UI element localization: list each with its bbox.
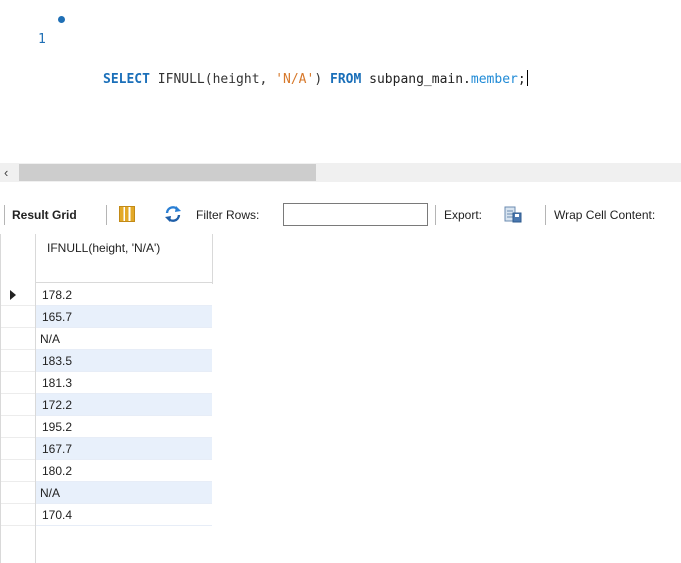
row-selector[interactable] (1, 284, 35, 306)
table-cell[interactable]: N/A (36, 328, 212, 350)
table-row[interactable]: 195.2 (0, 416, 681, 438)
row-selector[interactable] (1, 438, 35, 460)
table-row[interactable]: N/A (0, 328, 681, 350)
editor-horizontal-scrollbar[interactable]: ‹ (0, 163, 681, 182)
column-header-label: IFNULL(height, 'N/A') (47, 241, 161, 255)
export-label: Export: (444, 208, 483, 222)
result-grid-tab[interactable]: Result Grid (12, 207, 77, 223)
result-grid[interactable]: IFNULL(height, 'N/A') 178.2 165.7 N/A 183.5… (0, 234, 681, 563)
result-grid-icon[interactable] (119, 206, 135, 222)
string-literal: 'N/A' (275, 72, 315, 87)
toolbar-separator (435, 205, 436, 225)
row-selector[interactable] (1, 372, 35, 394)
table-name: member (470, 72, 518, 87)
table-row[interactable]: 167.7 (0, 438, 681, 460)
row-selector[interactable] (1, 328, 35, 350)
code-line-1[interactable]: 1 SELECT IFNULL(height, 'N/A') FROM subp… (0, 10, 681, 87)
row-selector[interactable] (1, 504, 35, 526)
sql-statement[interactable]: SELECT IFNULL(height, 'N/A') FROM subpan… (103, 70, 528, 90)
scroll-left-icon[interactable]: ‹ (4, 164, 8, 181)
table-row[interactable]: N/A (0, 482, 681, 504)
current-row-icon (10, 290, 16, 300)
table-row[interactable]: 172.2 (0, 394, 681, 416)
table-row[interactable]: 178.2 (0, 284, 681, 306)
export-icon[interactable] (504, 205, 522, 223)
function-call: IFNULL(height, (149, 72, 276, 87)
row-selector[interactable] (1, 460, 35, 482)
scrollbar-thumb[interactable] (19, 164, 316, 181)
column-divider[interactable] (212, 234, 213, 284)
table-cell[interactable]: 167.7 (36, 438, 212, 460)
row-selector[interactable] (1, 350, 35, 372)
column-header[interactable]: IFNULL(height, 'N/A') (36, 234, 212, 283)
toolbar-separator (545, 205, 546, 225)
row-selector[interactable] (1, 306, 35, 328)
table-row[interactable]: 183.5 (0, 350, 681, 372)
table-cell[interactable]: 180.2 (36, 460, 212, 482)
sql-editor[interactable]: 1 SELECT IFNULL(height, 'N/A') FROM subp… (0, 0, 681, 160)
table-cell[interactable]: 178.2 (36, 284, 212, 306)
table-cell[interactable]: 183.5 (36, 350, 212, 372)
refresh-icon[interactable] (163, 204, 183, 224)
keyword-select: SELECT (103, 72, 150, 87)
keyword-from: FROM (330, 72, 362, 87)
breakpoint-dot-icon (58, 16, 65, 23)
row-selector[interactable] (1, 416, 35, 438)
table-row[interactable]: 181.3 (0, 372, 681, 394)
row-selector[interactable] (1, 482, 35, 504)
wrap-cell-content-label[interactable]: Wrap Cell Content: (554, 207, 655, 223)
result-toolbar: Result Grid Filter Rows: Export: Wrap Ce… (0, 196, 681, 235)
filter-rows-input[interactable] (283, 203, 428, 226)
table-row[interactable]: 180.2 (0, 460, 681, 482)
table-cell[interactable]: 181.3 (36, 372, 212, 394)
toolbar-separator (106, 205, 107, 225)
line-number: 1 (38, 32, 46, 47)
table-cell[interactable]: 170.4 (36, 504, 212, 526)
schema-name: subpang_main. (361, 72, 471, 87)
table-cell[interactable]: 172.2 (36, 394, 212, 416)
table-row[interactable]: 170.4 (0, 504, 681, 526)
table-cell[interactable]: 165.7 (36, 306, 212, 328)
toolbar-separator (4, 205, 5, 225)
text-caret (526, 70, 528, 86)
table-row[interactable]: 165.7 (0, 306, 681, 328)
row-selector[interactable] (1, 394, 35, 416)
filter-rows-label: Filter Rows: (196, 208, 260, 222)
table-cell[interactable]: N/A (36, 482, 212, 504)
close-paren: ) (314, 72, 330, 87)
table-cell[interactable]: 195.2 (36, 416, 212, 438)
statement-terminator: ; (517, 72, 526, 87)
